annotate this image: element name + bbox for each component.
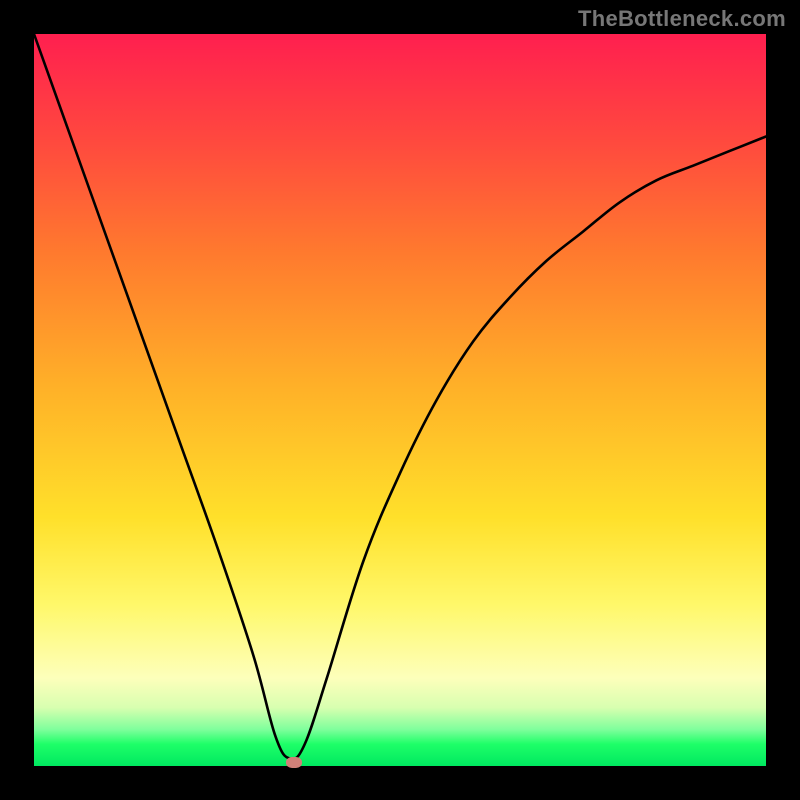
chart-svg [34, 34, 766, 766]
plot-area [34, 34, 766, 766]
curve-line [34, 34, 766, 759]
watermark-text: TheBottleneck.com [578, 6, 786, 32]
chart-frame: TheBottleneck.com [0, 0, 800, 800]
min-marker [286, 757, 302, 768]
